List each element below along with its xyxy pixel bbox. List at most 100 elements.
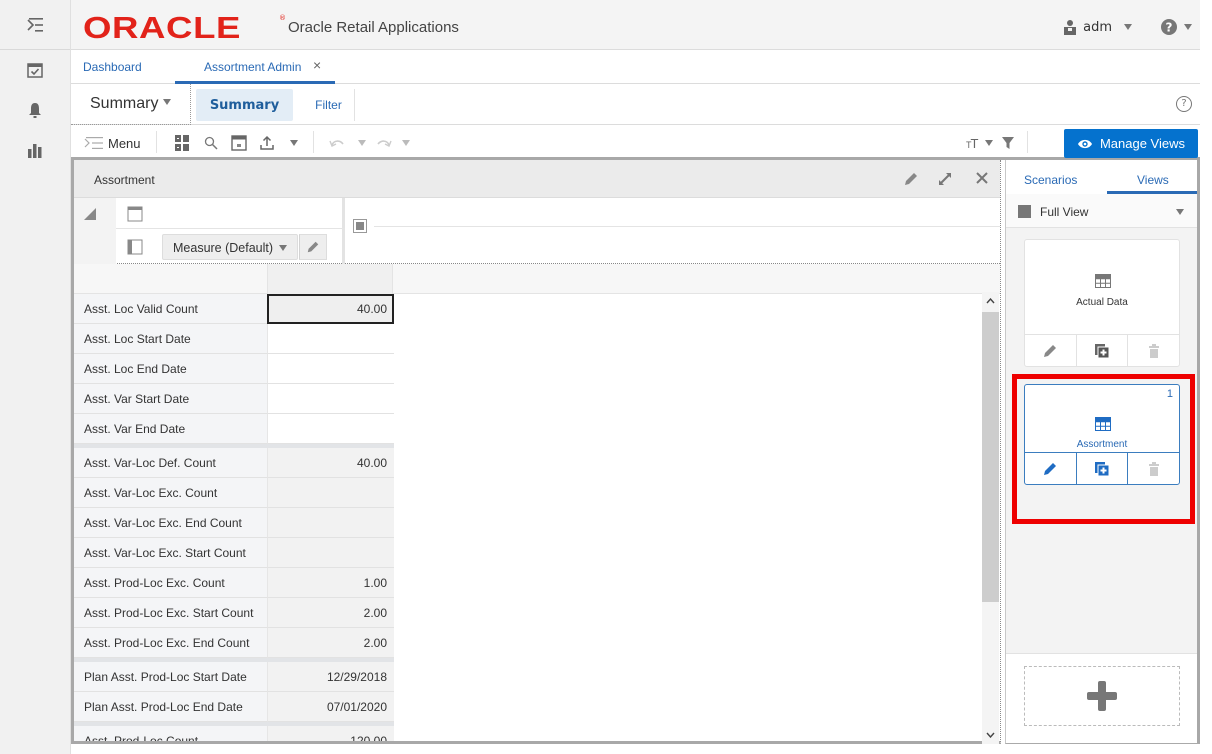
tab-assortment-admin[interactable]: Assortment Admin	[204, 60, 301, 74]
value-cell[interactable]	[267, 538, 394, 568]
edit-measure-button[interactable]	[299, 234, 327, 260]
export-button[interactable]	[259, 133, 275, 153]
pivot-corner	[74, 198, 116, 264]
measure-dropdown[interactable]: Measure (Default)	[162, 234, 298, 260]
value-cell[interactable]: 12/29/2018	[267, 662, 394, 692]
table-icon	[1095, 274, 1111, 288]
add-view-button[interactable]	[1024, 666, 1180, 726]
chevron-down-icon	[279, 245, 287, 251]
row-label: Asst. Var End Date	[74, 414, 267, 444]
value-cell[interactable]	[267, 324, 394, 354]
filter-toolbar-button[interactable]	[1001, 133, 1015, 153]
text-size-button[interactable]: TT	[966, 133, 994, 153]
trash-icon	[1148, 343, 1159, 358]
view-filter-swatch-icon	[1018, 205, 1031, 218]
collapse-pivot-icon[interactable]	[84, 208, 96, 220]
scrollbar-thumb[interactable]	[982, 312, 999, 602]
view-select-dropdown[interactable]: Summary	[71, 84, 191, 125]
scroll-up-icon[interactable]	[986, 298, 995, 304]
table-row: Asst. Loc End Date	[74, 354, 394, 384]
redo-dropdown[interactable]	[402, 133, 410, 153]
row-label: Asst. Var Start Date	[74, 384, 267, 414]
table-row: Asst. Prod-Loc Exc. Start Count 2.00	[74, 598, 394, 628]
value-cell[interactable]	[267, 354, 394, 384]
close-tab-icon[interactable]: ×	[313, 57, 321, 73]
row-label: Asst. Var-Loc Def. Count	[74, 448, 267, 478]
export-dropdown[interactable]	[290, 133, 298, 153]
vertical-scrollbar[interactable]	[982, 292, 999, 744]
user-menu[interactable]: adm	[1063, 19, 1132, 35]
edit-view-button[interactable]	[1025, 335, 1077, 366]
user-name: adm	[1083, 19, 1112, 35]
value-cell[interactable]: 2.00	[267, 628, 394, 658]
menu-button[interactable]: Menu	[84, 133, 141, 153]
value-cell[interactable]: 1.00	[267, 568, 394, 598]
redo-button[interactable]	[376, 133, 392, 153]
filter-icon	[1002, 137, 1014, 149]
tab-scenarios[interactable]: Scenarios	[1024, 173, 1077, 187]
duplicate-view-button[interactable]	[1077, 335, 1129, 366]
value-cell[interactable]	[267, 414, 394, 444]
view-card-actual-data[interactable]: Actual Data	[1024, 239, 1180, 367]
manage-views-label: Manage Views	[1099, 136, 1186, 151]
value-cell[interactable]: 120.00	[267, 726, 394, 741]
plus-icon	[1087, 681, 1117, 711]
scroll-down-icon[interactable]	[986, 732, 995, 738]
menu-icon	[84, 137, 103, 149]
undo-dropdown[interactable]	[358, 133, 366, 153]
toolbar-divider	[156, 131, 157, 153]
svg-text:?: ?	[1166, 21, 1173, 35]
pivot-divider	[374, 226, 1000, 227]
rail-collapse-button[interactable]	[0, 0, 70, 50]
view-filter-dropdown[interactable]: Full View	[1006, 194, 1197, 228]
help-icon: ?	[1161, 19, 1177, 35]
rail-notifications-button[interactable]	[0, 90, 70, 130]
value-cell[interactable]	[267, 478, 394, 508]
rail-tasks-button[interactable]	[0, 50, 70, 90]
rail-reports-button[interactable]	[0, 130, 70, 170]
help-menu[interactable]: ?	[1160, 18, 1192, 36]
table-row: Asst. Prod-Loc Exc. Count 1.00	[74, 568, 394, 598]
undo-button[interactable]	[329, 133, 345, 153]
page-help-icon[interactable]: ?	[1176, 96, 1192, 112]
edit-view-icon[interactable]	[903, 171, 919, 187]
panel-title: Assortment	[94, 173, 155, 187]
close-view-icon[interactable]	[976, 172, 988, 184]
table-row: Asst. Loc Valid Count 40.00	[74, 294, 394, 324]
filter-button[interactable]: Filter	[303, 89, 355, 121]
calculate-button[interactable]	[231, 133, 247, 153]
panel-header: Assortment	[74, 160, 1000, 198]
value-cell[interactable]: 07/01/2020	[267, 692, 394, 722]
value-cell[interactable]	[267, 384, 394, 414]
maximize-icon[interactable]	[937, 171, 953, 187]
measure-dropdown-value: Measure (Default)	[173, 241, 274, 255]
value-cell[interactable]: 40.00	[267, 448, 394, 478]
table-row: Asst. Var-Loc Def. Count 40.00	[74, 444, 394, 478]
pencil-icon	[1044, 344, 1057, 357]
column-axis-icon[interactable]	[127, 206, 143, 222]
table-row: Plan Asst. Prod-Loc Start Date 12/29/2018	[74, 658, 394, 692]
pivot-button[interactable]	[174, 133, 190, 153]
toolbar-divider	[313, 131, 314, 153]
pivot-area: Measure (Default)	[74, 198, 1000, 264]
tab-dashboard[interactable]: Dashboard	[83, 60, 142, 74]
page-axis-icon[interactable]	[353, 219, 367, 233]
row-label: Plan Asst. Prod-Loc Start Date	[74, 662, 267, 692]
side-tabs: Scenarios Views	[1006, 160, 1197, 194]
toolbar-divider	[1027, 131, 1028, 153]
tab-views[interactable]: Views	[1137, 173, 1169, 187]
delete-view-button[interactable]	[1128, 335, 1179, 366]
value-cell[interactable]: 2.00	[267, 598, 394, 628]
app-title: Oracle Retail Applications	[288, 19, 459, 36]
workspace-tabs: Dashboard Assortment Admin ×	[71, 50, 1200, 84]
value-cell[interactable]	[267, 508, 394, 538]
search-button[interactable]	[204, 133, 218, 153]
row-label: Asst. Prod-Loc Count	[74, 726, 267, 741]
summary-button[interactable]: Summary	[196, 89, 293, 121]
manage-views-button[interactable]: Manage Views	[1064, 129, 1198, 158]
row-axis-icon[interactable]	[127, 239, 143, 255]
row-label: Plan Asst. Prod-Loc End Date	[74, 692, 267, 722]
table-row: Asst. Var-Loc Exc. End Count	[74, 508, 394, 538]
selected-cell[interactable]: 40.00	[267, 294, 394, 324]
app-header: ORACLE ® Oracle Retail Applications adm …	[71, 0, 1200, 50]
